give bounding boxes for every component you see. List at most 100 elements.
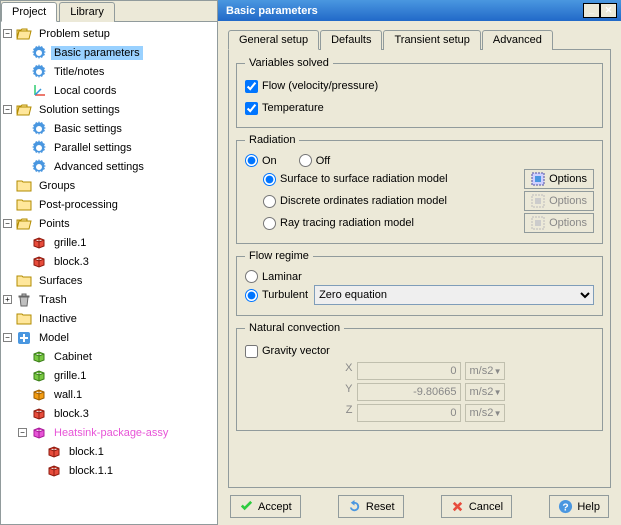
model-icon bbox=[16, 330, 32, 346]
options-icon bbox=[531, 194, 545, 208]
tab-advanced[interactable]: Advanced bbox=[482, 30, 553, 50]
tree-panel: Project Library − Problem setup Basic par… bbox=[0, 0, 218, 525]
options-label: Options bbox=[549, 195, 587, 207]
tree-item-title-notes[interactable]: Title/notes bbox=[51, 65, 107, 79]
options-button-ray: Options bbox=[524, 213, 594, 233]
cancel-button[interactable]: Cancel bbox=[441, 495, 512, 518]
cube-orange-icon bbox=[31, 387, 47, 403]
cube-green-icon bbox=[31, 368, 47, 384]
tree-item-model[interactable]: Model bbox=[36, 331, 72, 345]
expander-icon[interactable]: − bbox=[18, 428, 27, 437]
dialog: Basic parameters _ ✕ General setup Defau… bbox=[218, 0, 621, 525]
tree-item-block1[interactable]: block.1 bbox=[66, 445, 107, 459]
radio-radiation-on[interactable]: On bbox=[245, 154, 277, 167]
tree-item-local-coords[interactable]: Local coords bbox=[51, 84, 119, 98]
tree-item-basic-parameters[interactable]: Basic parameters bbox=[51, 46, 143, 60]
radio-turbulent-label: Turbulent bbox=[262, 289, 308, 301]
checkbox-gravity-vector[interactable]: Gravity vector bbox=[245, 345, 330, 358]
spacer bbox=[18, 86, 27, 95]
radio-laminar[interactable]: Laminar bbox=[245, 270, 302, 283]
minimize-button[interactable]: _ bbox=[583, 3, 600, 18]
radio-surface-input[interactable] bbox=[263, 173, 276, 186]
expander-icon[interactable]: − bbox=[3, 219, 12, 228]
gravity-y-unit: m/s2▼ bbox=[465, 383, 505, 401]
reset-label: Reset bbox=[366, 501, 395, 513]
cancel-label: Cancel bbox=[469, 501, 503, 513]
radio-discrete-input[interactable] bbox=[263, 195, 276, 208]
fieldset-variables-solved: Variables solved Flow (velocity/pressure… bbox=[236, 57, 603, 128]
gravity-x-unit: m/s2▼ bbox=[465, 362, 505, 380]
radio-laminar-input[interactable] bbox=[245, 270, 258, 283]
checkbox-flow-input[interactable] bbox=[245, 80, 258, 93]
tree-item-parallel-settings[interactable]: Parallel settings bbox=[51, 141, 135, 155]
checkbox-gravity-input[interactable] bbox=[245, 345, 258, 358]
folder-open-icon bbox=[16, 26, 32, 42]
tree[interactable]: − Problem setup Basic parameters Title/no… bbox=[1, 22, 217, 524]
tab-library[interactable]: Library bbox=[59, 2, 115, 22]
expander-icon[interactable]: + bbox=[3, 295, 12, 304]
spacer bbox=[3, 181, 12, 190]
tab-defaults[interactable]: Defaults bbox=[320, 30, 382, 50]
radio-radiation-off-input[interactable] bbox=[299, 154, 312, 167]
radio-ray-label: Ray tracing radiation model bbox=[280, 217, 414, 229]
radio-discrete-model[interactable]: Discrete ordinates radiation model bbox=[263, 195, 518, 208]
tab-general-setup[interactable]: General setup bbox=[228, 30, 319, 50]
left-tabstrip: Project Library bbox=[1, 1, 217, 22]
legend-variables: Variables solved bbox=[245, 57, 333, 69]
tree-item-surfaces[interactable]: Surfaces bbox=[36, 274, 85, 288]
tree-item-problem-setup[interactable]: Problem setup bbox=[36, 27, 113, 41]
tree-item-block11[interactable]: block.1.1 bbox=[66, 464, 116, 478]
expander-icon[interactable]: − bbox=[3, 333, 12, 342]
cube-red-icon bbox=[46, 463, 62, 479]
tree-item-solution-settings[interactable]: Solution settings bbox=[36, 103, 123, 117]
tree-item-grille1b[interactable]: grille.1 bbox=[51, 369, 89, 383]
spacer bbox=[33, 447, 42, 456]
accept-label: Accept bbox=[258, 501, 292, 513]
radio-ray-model[interactable]: Ray tracing radiation model bbox=[263, 217, 518, 230]
turbulence-model-select[interactable]: Zero equation bbox=[314, 285, 594, 305]
radio-turbulent[interactable]: Turbulent bbox=[245, 289, 308, 302]
tree-item-basic-settings[interactable]: Basic settings bbox=[51, 122, 125, 136]
options-label: Options bbox=[549, 173, 587, 185]
help-label: Help bbox=[577, 501, 600, 513]
tree-item-inactive[interactable]: Inactive bbox=[36, 312, 80, 326]
tree-item-groups[interactable]: Groups bbox=[36, 179, 78, 193]
options-button-surface[interactable]: Options bbox=[524, 169, 594, 189]
checkbox-temperature[interactable]: Temperature bbox=[245, 102, 324, 115]
tree-item-block3b[interactable]: block.3 bbox=[51, 407, 92, 421]
legend-flow-regime: Flow regime bbox=[245, 250, 313, 262]
tree-item-wall1[interactable]: wall.1 bbox=[51, 388, 85, 402]
reset-button[interactable]: Reset bbox=[338, 495, 404, 518]
tree-item-advanced-settings[interactable]: Advanced settings bbox=[51, 160, 147, 174]
tree-item-heatsink[interactable]: Heatsink-package-assy bbox=[51, 426, 171, 440]
help-button[interactable]: ? Help bbox=[549, 495, 609, 518]
tree-item-cabinet[interactable]: Cabinet bbox=[51, 350, 95, 364]
help-icon: ? bbox=[558, 499, 573, 514]
spacer bbox=[3, 314, 12, 323]
close-button[interactable]: ✕ bbox=[600, 3, 617, 18]
tree-item-trash[interactable]: Trash bbox=[36, 293, 70, 307]
radio-ray-input[interactable] bbox=[263, 217, 276, 230]
expander-icon[interactable]: − bbox=[3, 29, 12, 38]
spacer bbox=[18, 143, 27, 152]
titlebar-text: Basic parameters bbox=[222, 5, 583, 17]
radio-radiation-off[interactable]: Off bbox=[299, 154, 330, 167]
folder-closed-icon bbox=[16, 197, 32, 213]
tree-item-block3[interactable]: block.3 bbox=[51, 255, 92, 269]
radio-turbulent-input[interactable] bbox=[245, 289, 258, 302]
options-button-discrete: Options bbox=[524, 191, 594, 211]
gravity-z-input bbox=[357, 404, 461, 422]
spacer bbox=[18, 238, 27, 247]
checkbox-temperature-input[interactable] bbox=[245, 102, 258, 115]
radio-radiation-on-input[interactable] bbox=[245, 154, 258, 167]
accept-button[interactable]: Accept bbox=[230, 495, 301, 518]
fieldset-radiation: Radiation On Off Surface to surface radi… bbox=[236, 134, 603, 244]
tree-item-grille1[interactable]: grille.1 bbox=[51, 236, 89, 250]
tree-item-post-processing[interactable]: Post-processing bbox=[36, 198, 121, 212]
radio-surface-model[interactable]: Surface to surface radiation model bbox=[263, 173, 518, 186]
tab-project[interactable]: Project bbox=[1, 2, 57, 22]
tree-item-points[interactable]: Points bbox=[36, 217, 73, 231]
checkbox-flow[interactable]: Flow (velocity/pressure) bbox=[245, 80, 378, 93]
expander-icon[interactable]: − bbox=[3, 105, 12, 114]
tab-transient-setup[interactable]: Transient setup bbox=[383, 30, 480, 50]
